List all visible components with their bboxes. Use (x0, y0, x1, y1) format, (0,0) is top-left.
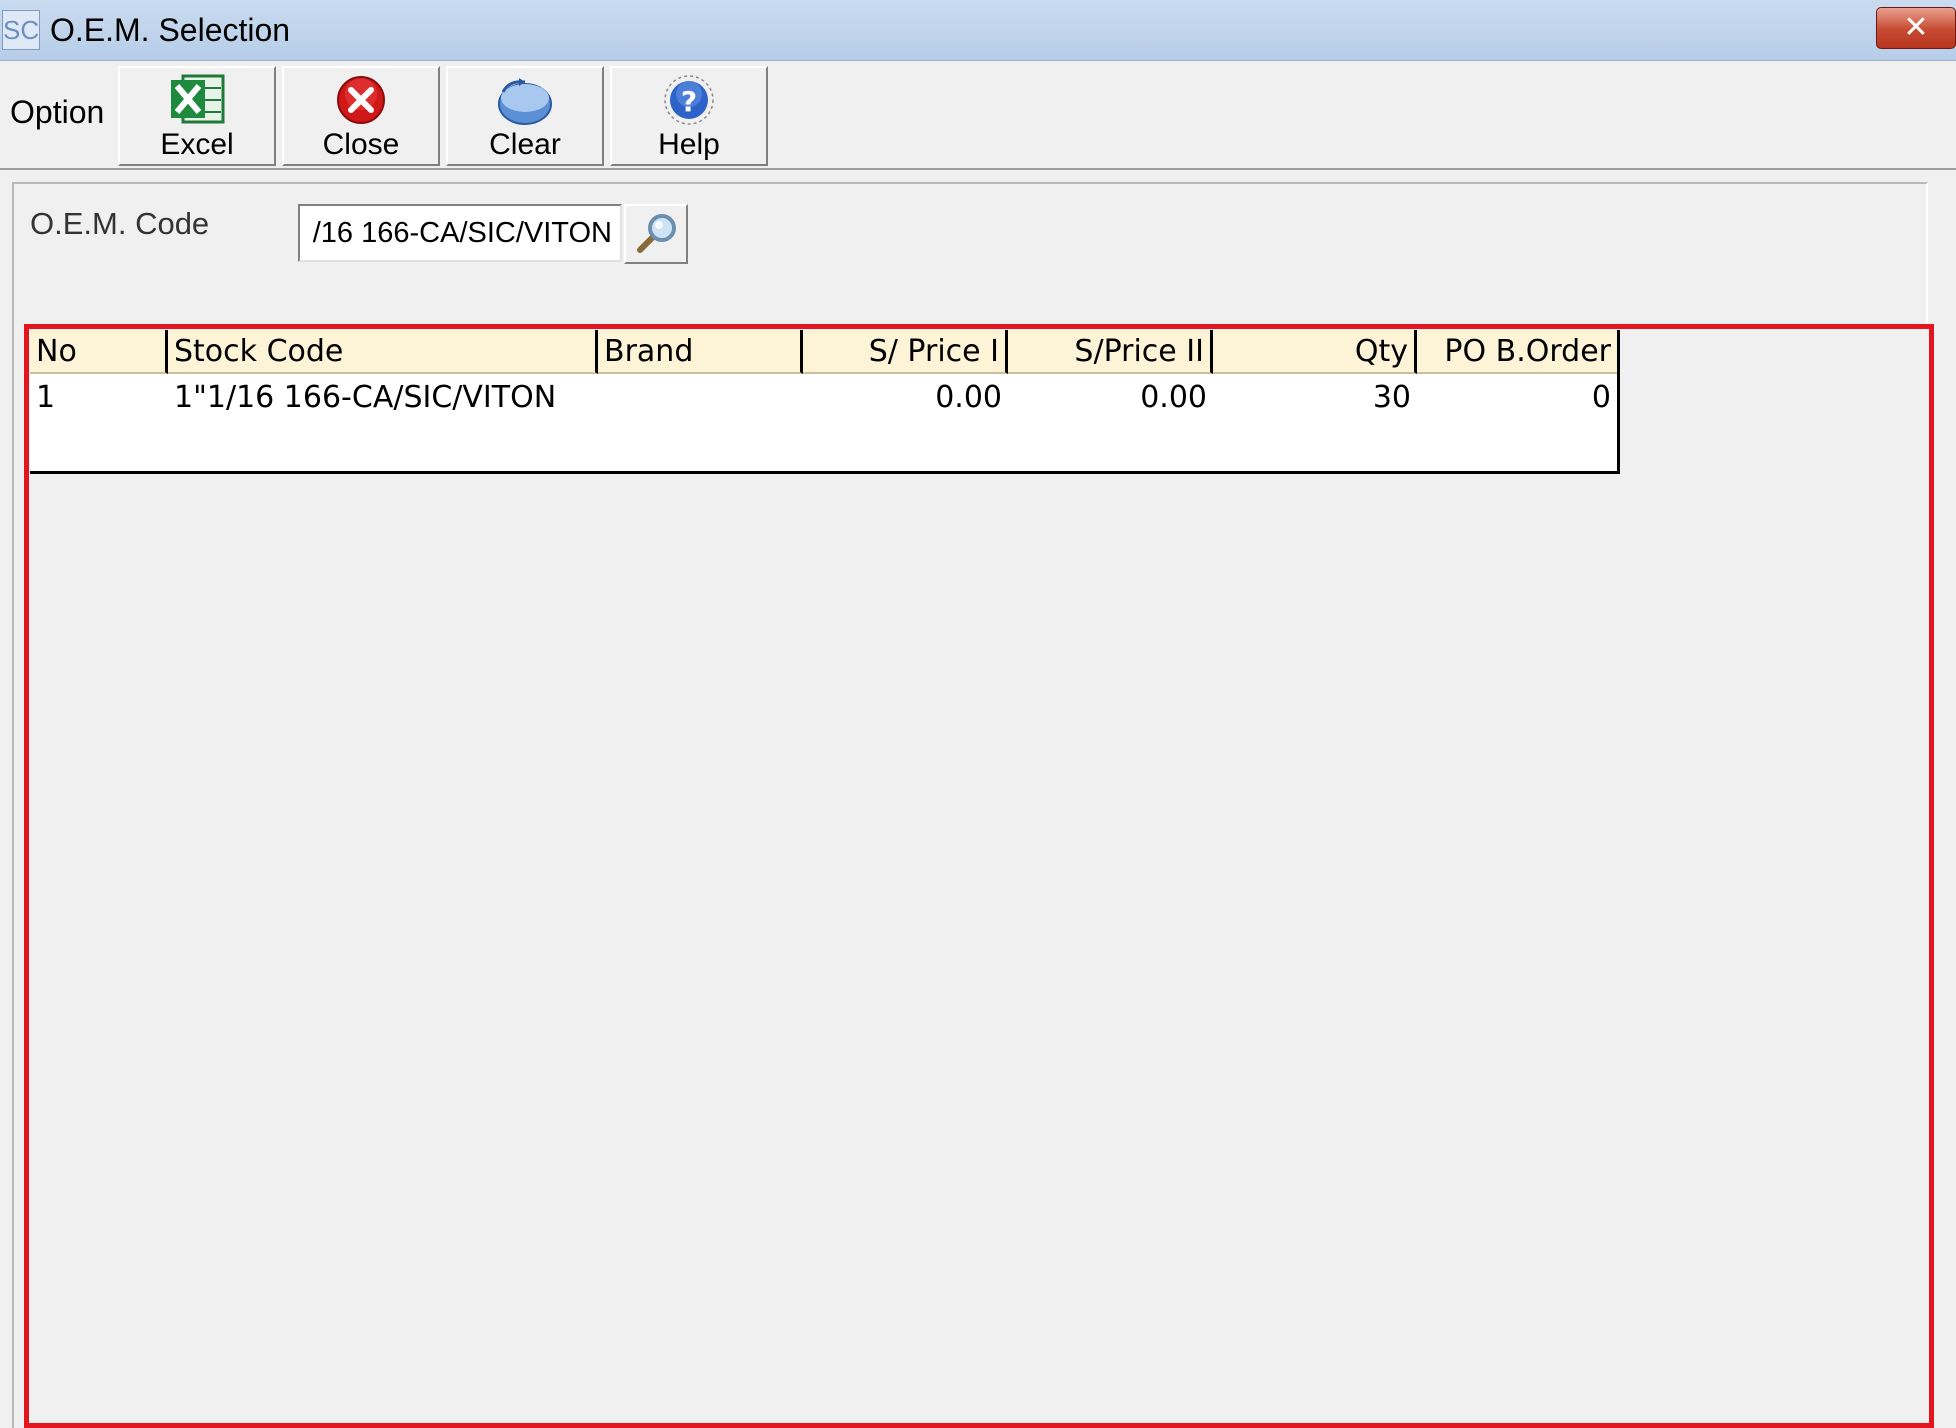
results-grid-area (24, 324, 1934, 1428)
column-header-qty[interactable]: Qty (1213, 330, 1417, 374)
cell-price-2: 0.00 (1140, 380, 1207, 415)
cell-stock-code: 1"1/16 166-CA/SIC/VITON (174, 380, 557, 415)
column-header-po-border[interactable]: PO B.Order (1417, 330, 1617, 374)
column-header-price-1[interactable]: S/ Price I (803, 330, 1008, 374)
oem-code-label: O.E.M. Code (30, 206, 210, 241)
cell-price-1: 0.00 (935, 380, 1002, 415)
help-icon: ? (659, 74, 719, 126)
oem-code-input[interactable] (298, 204, 622, 262)
magnifier-icon (637, 214, 676, 253)
excel-label: Excel (160, 128, 234, 161)
excel-icon (167, 74, 227, 126)
column-header-stock-code[interactable]: Stock Code (168, 330, 598, 374)
cell-no: 1 (36, 380, 56, 415)
column-header-price-2[interactable]: S/Price II (1008, 330, 1213, 374)
clear-icon (495, 74, 555, 126)
clear-label: Clear (489, 128, 561, 161)
cell-qty: 30 (1372, 380, 1411, 415)
column-header-brand[interactable]: Brand (598, 330, 803, 374)
oem-selection-window: SC O.E.M. Selection ✕ Option Excel Close… (0, 0, 1956, 1428)
window-title: O.E.M. Selection (50, 12, 291, 48)
column-header-no[interactable]: No (30, 330, 168, 374)
title-bar: SC O.E.M. Selection ✕ (0, 0, 1956, 61)
window-close-button[interactable]: ✕ (1876, 7, 1956, 49)
app-icon: SC (2, 10, 40, 50)
table-row[interactable]: 1 1"1/16 166-CA/SIC/VITON 0.00 0.00 30 0 (30, 374, 1617, 422)
close-red-icon (331, 74, 391, 126)
cell-brand (598, 374, 803, 422)
excel-button[interactable]: Excel (118, 66, 276, 166)
close-label: Close (322, 128, 400, 161)
help-label: Help (658, 128, 720, 161)
cell-po-border: 0 (1591, 380, 1611, 415)
close-button[interactable]: Close (282, 66, 440, 166)
grid-header: No Stock Code Brand S/ Price I S/Price I… (30, 330, 1617, 374)
results-grid[interactable]: No Stock Code Brand S/ Price I S/Price I… (30, 330, 1620, 474)
oem-search-button[interactable] (624, 204, 688, 264)
help-button[interactable]: ? Help (610, 66, 768, 166)
clear-button[interactable]: Clear (446, 66, 604, 166)
option-label: Option (10, 94, 105, 130)
toolbar: Option Excel Close Clear ? Help (0, 62, 1956, 170)
svg-text:?: ? (681, 85, 697, 118)
